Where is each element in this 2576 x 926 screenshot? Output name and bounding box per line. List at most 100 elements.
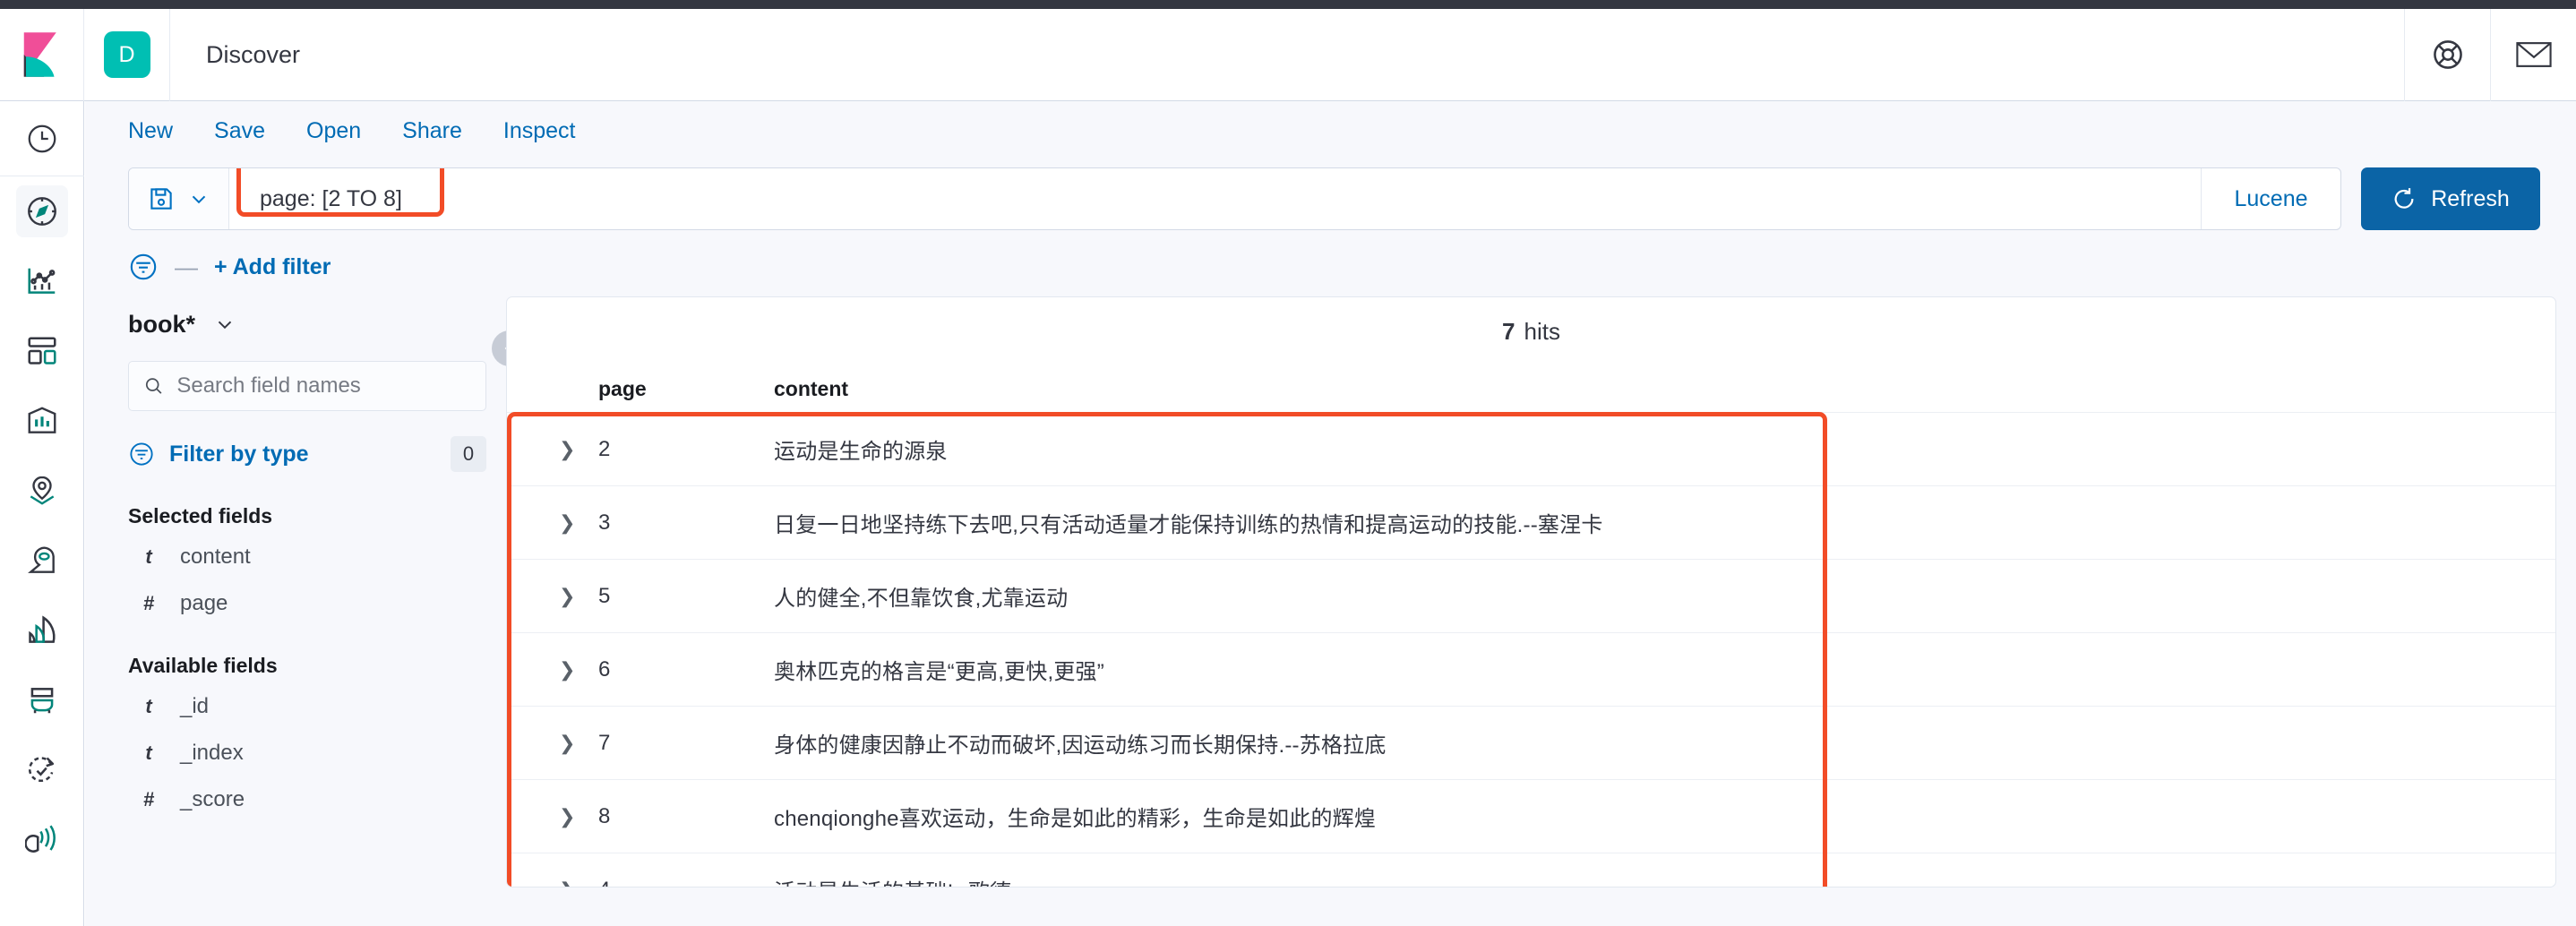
- sidebar-item-machine-learning[interactable]: [0, 526, 84, 596]
- selected-fields-heading: Selected fields: [128, 504, 273, 527]
- field-item-_id[interactable]: t _id: [128, 683, 486, 730]
- menu-item-new[interactable]: New: [128, 118, 173, 144]
- chevron-right-icon[interactable]: ❯: [559, 585, 598, 608]
- search-input[interactable]: [176, 373, 471, 399]
- field-item-_score[interactable]: # _score: [128, 776, 486, 823]
- sidebar-item-infrastructure[interactable]: [0, 665, 84, 735]
- filter-by-type-label: Filter by type: [169, 441, 309, 467]
- field-name-label: _score: [180, 787, 245, 811]
- menu-item-share[interactable]: Share: [402, 118, 462, 144]
- filter-icon: [130, 442, 153, 466]
- app-badge-cell[interactable]: D: [84, 8, 170, 101]
- kibana-logo-cell[interactable]: [0, 8, 84, 101]
- table-row[interactable]: ❯ 7 身体的健康因静止不动而破坏,因运动练习而长期保持.--苏格拉底: [507, 706, 2555, 779]
- kibana-logo-icon: [23, 32, 56, 77]
- sidebar-item-recently-viewed[interactable]: [0, 101, 84, 176]
- cell-page: 3: [598, 510, 611, 535]
- documents-panel: 7 hits page content ❯ 2 运动是生命的源泉 ❯ 3 日复一…: [506, 296, 2556, 887]
- primary-nav-rail: [0, 101, 84, 926]
- cell-content: 日复一日地坚持练下去吧,只有活动适量才能保持训练的热情和提高运动的技能.--塞涅…: [774, 513, 1603, 537]
- chevron-down-icon: [218, 321, 232, 330]
- chevron-right-icon[interactable]: ❯: [559, 732, 598, 755]
- column-header-content[interactable]: content: [774, 377, 2555, 401]
- table-row[interactable]: ❯ 4 活动是生活的基础!--歌德: [507, 853, 2555, 887]
- field-type-string-icon: t: [145, 545, 152, 568]
- field-type-string-icon: t: [145, 695, 152, 717]
- sidebar-item-apm[interactable]: [0, 596, 84, 665]
- chevron-down-icon: [192, 195, 205, 204]
- cell-content: 运动是生命的源泉: [774, 440, 948, 464]
- filter-bar: — + Add filter: [85, 237, 2576, 296]
- sidebar-item-siem[interactable]: [0, 805, 84, 875]
- chevron-right-icon[interactable]: ❯: [559, 805, 598, 828]
- cell-content: 人的健全,不但靠饮食,尤靠运动: [774, 587, 1069, 611]
- table-row[interactable]: ❯ 5 人的健全,不但靠饮食,尤靠运动: [507, 559, 2555, 632]
- query-language-selector[interactable]: Lucene: [2201, 168, 2340, 229]
- results-area: 7 hits page content ❯ 2 运动是生命的源泉 ❯ 3 日复一…: [506, 296, 2576, 914]
- header-actions: [2404, 8, 2576, 101]
- cell-page: 6: [598, 656, 611, 682]
- clock-icon: [28, 124, 56, 152]
- chevron-right-icon[interactable]: ❯: [559, 438, 598, 461]
- discover-body: book* Filter by type: [85, 296, 2576, 914]
- map-pin-icon: [30, 476, 55, 505]
- hits-summary: 7 hits: [507, 297, 2555, 365]
- infrastructure-icon: [30, 688, 54, 714]
- cell-content: chenqionghe喜欢运动，生命是如此的精彩，生命是如此的辉煌: [774, 807, 1377, 831]
- field-name-label: page: [180, 591, 228, 615]
- page-title: Discover: [206, 40, 301, 68]
- table-row[interactable]: ❯ 6 奥林匹克的格言是“更高,更快,更强”: [507, 632, 2555, 706]
- cell-content: 活动是生活的基础!--歌德: [774, 874, 2555, 887]
- app-badge: D: [103, 31, 150, 78]
- hits-label: hits: [1524, 317, 1560, 345]
- sidebar-item-canvas[interactable]: [0, 386, 84, 456]
- field-item-page[interactable]: # page: [128, 580, 486, 627]
- index-pattern-name: book*: [128, 310, 196, 338]
- chevron-right-icon[interactable]: ❯: [559, 658, 598, 682]
- discover-top-menu: New Save Open Share Inspect: [85, 101, 2576, 160]
- save-icon: [150, 188, 172, 210]
- sidebar-item-discover[interactable]: [0, 176, 84, 246]
- filter-by-type-button[interactable]: Filter by type 0: [128, 431, 486, 477]
- query-row: page: [2 TO 8] Lucene Refresh: [85, 160, 2576, 237]
- field-type-string-icon: t: [145, 742, 152, 764]
- add-filter-button[interactable]: + Add filter: [214, 254, 331, 280]
- field-search-box[interactable]: [128, 361, 486, 411]
- chevron-right-icon[interactable]: ❯: [559, 879, 598, 887]
- line-chart-icon: [28, 268, 56, 294]
- filter-by-type-count: 0: [451, 436, 486, 472]
- table-row[interactable]: ❯ 2 运动是生命的源泉: [507, 412, 2555, 485]
- index-pattern-selector[interactable]: book*: [128, 296, 486, 352]
- compass-icon: [28, 197, 56, 226]
- field-sidebar: book* Filter by type: [85, 296, 528, 914]
- query-input[interactable]: page: [2 TO 8]: [229, 168, 2201, 229]
- sidebar-item-visualize[interactable]: [0, 246, 84, 316]
- table-row[interactable]: ❯ 3 日复一日地坚持练下去吧,只有活动适量才能保持训练的热情和提高运动的技能.…: [507, 485, 2555, 559]
- apm-icon: [29, 615, 56, 643]
- menu-item-open[interactable]: Open: [306, 118, 361, 144]
- saved-query-button[interactable]: [129, 168, 229, 229]
- filter-separator: —: [175, 253, 198, 280]
- chevron-right-icon[interactable]: ❯: [559, 511, 598, 535]
- refresh-button[interactable]: Refresh: [2361, 167, 2540, 230]
- field-item-_index[interactable]: t _index: [128, 730, 486, 776]
- table-row[interactable]: ❯ 8 chenqionghe喜欢运动，生命是如此的精彩，生命是如此的辉煌: [507, 779, 2555, 853]
- mail-button[interactable]: [2490, 8, 2576, 101]
- menu-item-inspect[interactable]: Inspect: [503, 118, 576, 144]
- siem-icon: [25, 825, 56, 853]
- cell-page: 2: [598, 436, 611, 461]
- sidebar-item-maps[interactable]: [0, 456, 84, 526]
- sidebar-item-uptime[interactable]: [0, 735, 84, 805]
- filter-options-icon[interactable]: [128, 252, 159, 282]
- top-chrome-strip: [0, 0, 2576, 9]
- field-item-content[interactable]: t content: [128, 534, 486, 580]
- ml-icon: [28, 546, 55, 573]
- table-header: page content: [507, 365, 2555, 412]
- field-type-number-icon: #: [142, 592, 155, 614]
- help-button[interactable]: [2404, 8, 2490, 101]
- column-header-page[interactable]: page: [598, 377, 774, 401]
- menu-item-save[interactable]: Save: [214, 118, 265, 144]
- help-icon: [2433, 40, 2462, 69]
- field-name-label: _id: [180, 694, 210, 718]
- sidebar-item-dashboard[interactable]: [0, 316, 84, 386]
